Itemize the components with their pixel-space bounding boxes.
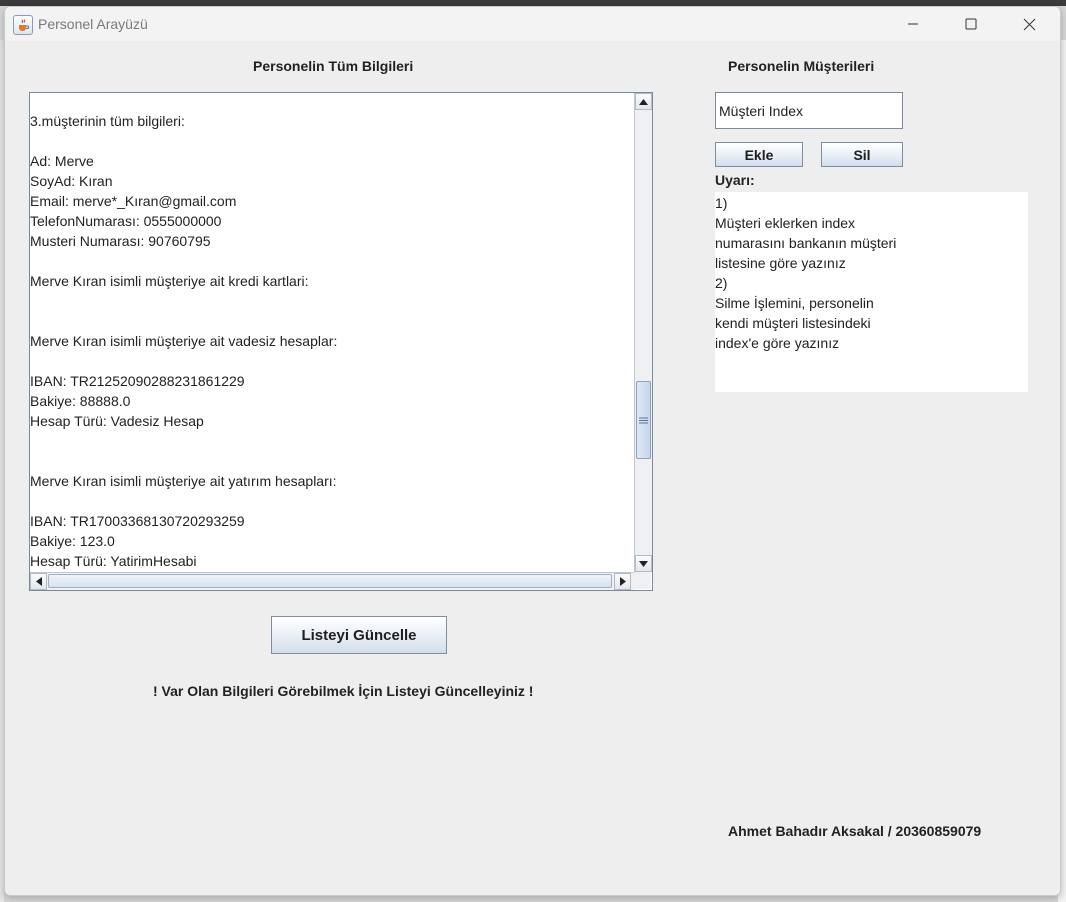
customer-index-input[interactable]	[715, 92, 903, 129]
author-label: Ahmet Bahadır Aksakal / 20360859079	[728, 823, 982, 839]
triangle-up-icon	[639, 98, 648, 105]
info-text-line: Email: merve*_Kıran@gmail.com	[30, 193, 237, 209]
close-icon	[1023, 18, 1035, 30]
info-text-line	[30, 131, 337, 151]
info-text-area[interactable]: 3.müşterinin tüm bilgileri: Ad: Merve Soy…	[30, 93, 634, 572]
warning-text-line: numarasını bankanın müşteri	[715, 235, 897, 251]
info-scroll-pane[interactable]: 3.müşterinin tüm bilgileri: Ad: Merve Soy…	[29, 92, 653, 591]
right-panel-heading: Personelin Müşterileri	[728, 58, 875, 74]
warning-label: Uyarı:	[715, 172, 755, 188]
info-text-line: Hesap Türü: YatirimHesabi	[30, 553, 197, 569]
info-text-line: Ad: Merve	[30, 153, 94, 169]
info-text-line	[30, 311, 337, 331]
info-text-line: Bakiye: 123.0	[30, 533, 115, 549]
add-customer-button[interactable]: Ekle	[715, 142, 803, 167]
vertical-scroll-thumb[interactable]	[636, 381, 651, 459]
window-title: Personel Arayüzü	[38, 16, 148, 32]
maximize-button[interactable]	[942, 7, 1000, 41]
scroll-up-button[interactable]	[635, 93, 652, 110]
minimize-icon	[908, 23, 918, 25]
close-button[interactable]	[1000, 7, 1058, 41]
horizontal-scroll-thumb[interactable]	[48, 574, 612, 588]
info-text-line	[30, 291, 337, 311]
triangle-right-icon	[619, 577, 626, 586]
title-bar: Personel Arayüzü	[5, 7, 1060, 41]
info-text-line	[30, 431, 337, 451]
scroll-left-button[interactable]	[30, 573, 47, 590]
info-text-line: Musteri Numarası: 90760795	[30, 233, 211, 249]
warning-text-area[interactable]: 1) Müşteri eklerken index numarasını banka…	[715, 192, 1028, 392]
left-panel-heading: Personelin Tüm Bilgileri	[253, 58, 414, 74]
info-text-line	[30, 491, 337, 511]
triangle-left-icon	[35, 577, 42, 586]
personel-window: Personel Arayüzü Personelin Tüm Bilgiler…	[4, 6, 1061, 896]
warning-text-line: index'e göre yazınız	[715, 335, 840, 351]
info-text-line: 3.müşterinin tüm bilgileri:	[30, 113, 185, 129]
java-cup-icon	[13, 15, 33, 35]
info-text-line: IBAN: TR21252090288231861229	[30, 373, 245, 389]
update-notice: ! Var Olan Bilgileri Görebilmek İçin Lis…	[153, 683, 534, 699]
warning-text-line: Müşteri eklerken index	[715, 215, 856, 231]
grip-icon	[639, 417, 648, 423]
minimize-button[interactable]	[884, 7, 942, 41]
update-list-button[interactable]: Listeyi Güncelle	[271, 616, 447, 654]
info-text-line: Merve Kıran isimli müşteriye ait kredi k…	[30, 273, 309, 289]
scroll-right-button[interactable]	[614, 573, 631, 590]
maximize-icon	[965, 18, 977, 30]
horizontal-scrollbar[interactable]	[30, 572, 634, 590]
delete-customer-button[interactable]: Sil	[821, 142, 903, 167]
warning-text-line: kendi müşteri listesindeki	[715, 315, 871, 331]
info-text-line: Bakiye: 88888.0	[30, 393, 131, 409]
warning-text-line: 1)	[715, 195, 728, 211]
info-text-line: TelefonNumarası: 0555000000	[30, 213, 222, 229]
scroll-corner	[634, 572, 651, 589]
warning-text-line: Silme İşlemini, personelin	[715, 295, 874, 311]
warning-text-line: listesine göre yazınız	[715, 255, 846, 271]
info-text-line: Merve Kıran isimli müşteriye ait vadesiz…	[30, 333, 338, 349]
info-text-line	[30, 451, 337, 471]
scroll-down-button[interactable]	[635, 555, 652, 572]
vertical-scrollbar[interactable]	[634, 93, 652, 572]
warning-text-line: 2)	[715, 275, 728, 291]
info-text-line	[30, 351, 337, 371]
info-text-line: SoyAd: Kıran	[30, 173, 113, 189]
triangle-down-icon	[639, 560, 648, 567]
info-text-line	[30, 251, 337, 271]
warning-text-lines: 1) Müşteri eklerken index numarasını banka…	[715, 193, 896, 353]
info-text-line: Hesap Türü: Vadesiz Hesap	[30, 413, 204, 429]
info-text-line: Merve Kıran isimli müşteriye ait yatırım…	[30, 473, 337, 489]
info-text-line: IBAN: TR17003368130720293259	[30, 513, 245, 529]
info-text-lines: 3.müşterinin tüm bilgileri: Ad: Merve Soy…	[30, 111, 337, 571]
